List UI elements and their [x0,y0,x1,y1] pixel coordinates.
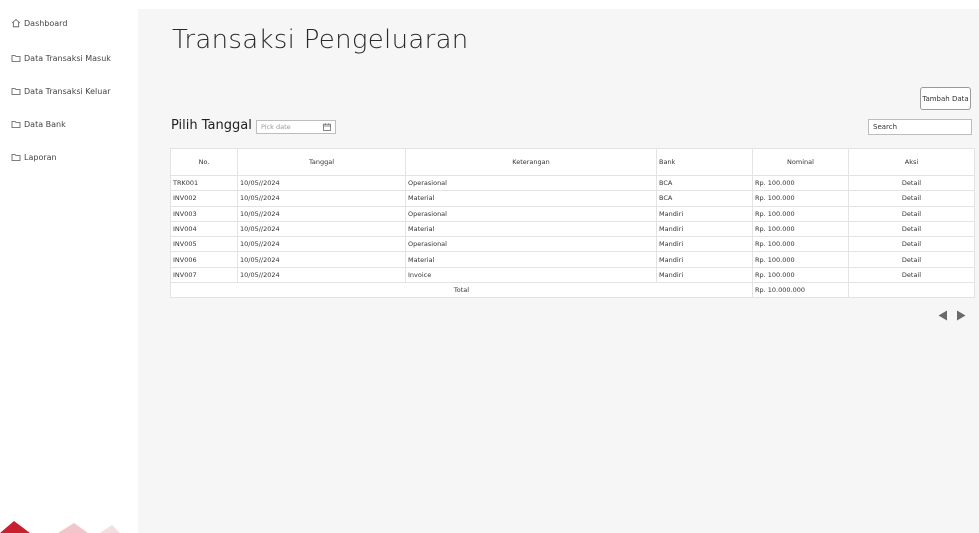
cell-tanggal: 10/05//2024 [237,236,406,253]
cell-keterangan: Material [405,220,657,238]
cell-bank: Mandiri [656,266,753,284]
cell-tanggal: 10/05//2024 [237,251,406,268]
cell-bank: Mandiri [656,236,753,253]
sidebar-item-data-transaksi-masuk[interactable]: Data Transaksi Masuk [11,51,111,65]
cell-nominal: Rp. 100.000 [752,266,849,284]
cell-no: INV007 [170,266,238,284]
cell-no: INV002 [170,190,238,207]
total-label: Total [170,282,753,299]
table-row: INV002 10/05//2024 Material BCA Rp. 100.… [170,190,975,207]
cell-no: INV004 [170,220,238,238]
logo-mark [0,521,120,533]
column-header-tanggal: Tanggal [237,148,406,176]
column-header-aksi: Aksi [848,148,975,176]
table-row: INV004 10/05//2024 Material Mandiri Rp. … [170,220,975,238]
detail-link[interactable]: Detail [848,251,975,268]
add-data-button[interactable]: Tambah Data [920,87,971,110]
cell-keterangan: Operasional [405,236,657,253]
detail-link[interactable]: Detail [848,236,975,253]
sidebar-item-laporan[interactable]: Laporan [11,150,57,164]
search-input[interactable]: Search [868,119,972,135]
cell-tanggal: 10/05//2024 [237,205,406,222]
date-picker-placeholder: Pick date [261,123,291,131]
detail-link[interactable]: Detail [848,220,975,238]
detail-link[interactable]: Detail [848,266,975,284]
cell-bank: Mandiri [656,251,753,268]
cell-nominal: Rp. 100.000 [752,174,849,192]
cell-bank: Mandiri [656,205,753,222]
folder-icon [11,86,21,96]
cell-keterangan: Material [405,251,657,268]
cell-bank: BCA [656,174,753,192]
cell-no: INV003 [170,205,238,222]
total-value: Rp. 10.000.000 [752,282,849,299]
sidebar-item-data-bank[interactable]: Data Bank [11,117,66,131]
cell-tanggal: 10/05//2024 [237,220,406,238]
table-total-row: Total Rp. 10.000.000 [170,282,975,299]
cell-nominal: Rp. 100.000 [752,220,849,238]
sidebar-item-label: Dashboard [24,18,68,28]
column-header-bank: Bank [656,148,753,176]
cell-no: INV005 [170,236,238,253]
sidebar-item-dashboard[interactable]: Dashboard [11,16,67,30]
cell-nominal: Rp. 100.000 [752,251,849,268]
calendar-icon[interactable] [323,123,331,131]
main-content: Transaksi Pengeluaran Tambah Data Pilih … [138,9,979,533]
sidebar-item-data-transaksi-keluar[interactable]: Data Transaksi Keluar [11,84,111,98]
date-picker-input[interactable]: Pick date [256,120,336,134]
column-header-no: No. [170,148,238,176]
detail-link[interactable]: Detail [848,205,975,222]
detail-link[interactable]: Detail [848,174,975,192]
column-header-keterangan: Keterangan [405,148,657,176]
sidebar-item-label: Data Transaksi Masuk [24,53,111,63]
next-page-icon[interactable] [956,310,966,321]
cell-keterangan: Operasional [405,174,657,192]
table-row: INV006 10/05//2024 Material Mandiri Rp. … [170,251,975,268]
cell-bank: BCA [656,190,753,207]
transactions-table: No. Tanggal Keterangan Bank Nominal Aksi… [170,148,975,299]
cell-bank: Mandiri [656,220,753,238]
total-empty-cell [848,282,975,299]
detail-link[interactable]: Detail [848,190,975,207]
cell-keterangan: Invoice [405,266,657,284]
table-row: INV003 10/05//2024 Operasional Mandiri R… [170,205,975,222]
table-header-row: No. Tanggal Keterangan Bank Nominal Aksi [170,148,975,176]
cell-nominal: Rp. 100.000 [752,190,849,207]
cell-no: INV006 [170,251,238,268]
sidebar-item-label: Data Transaksi Keluar [24,86,111,96]
sidebar: Dashboard Data Transaksi Masuk Data Tran… [0,0,138,533]
home-icon [11,18,21,28]
table-row: INV005 10/05//2024 Operasional Mandiri R… [170,236,975,253]
cell-keterangan: Material [405,190,657,207]
folder-icon [11,53,21,63]
cell-tanggal: 10/05//2024 [237,190,406,207]
page-title: Transaksi Pengeluaran [172,25,469,55]
sidebar-item-label: Data Bank [24,119,66,129]
cell-tanggal: 10/05//2024 [237,174,406,192]
cell-nominal: Rp. 100.000 [752,236,849,253]
pagination [938,310,966,321]
cell-keterangan: Operasional [405,205,657,222]
cell-nominal: Rp. 100.000 [752,205,849,222]
column-header-nominal: Nominal [752,148,849,176]
sidebar-item-label: Laporan [24,152,57,162]
previous-page-icon[interactable] [938,310,948,321]
folder-icon [11,119,21,129]
cell-no: TRK001 [170,174,238,192]
date-filter-label: Pilih Tanggal [171,118,252,133]
table-row: TRK001 10/05//2024 Operasional BCA Rp. 1… [170,174,975,192]
table-row: INV007 10/05//2024 Invoice Mandiri Rp. 1… [170,266,975,284]
folder-icon [11,152,21,162]
cell-tanggal: 10/05//2024 [237,266,406,284]
